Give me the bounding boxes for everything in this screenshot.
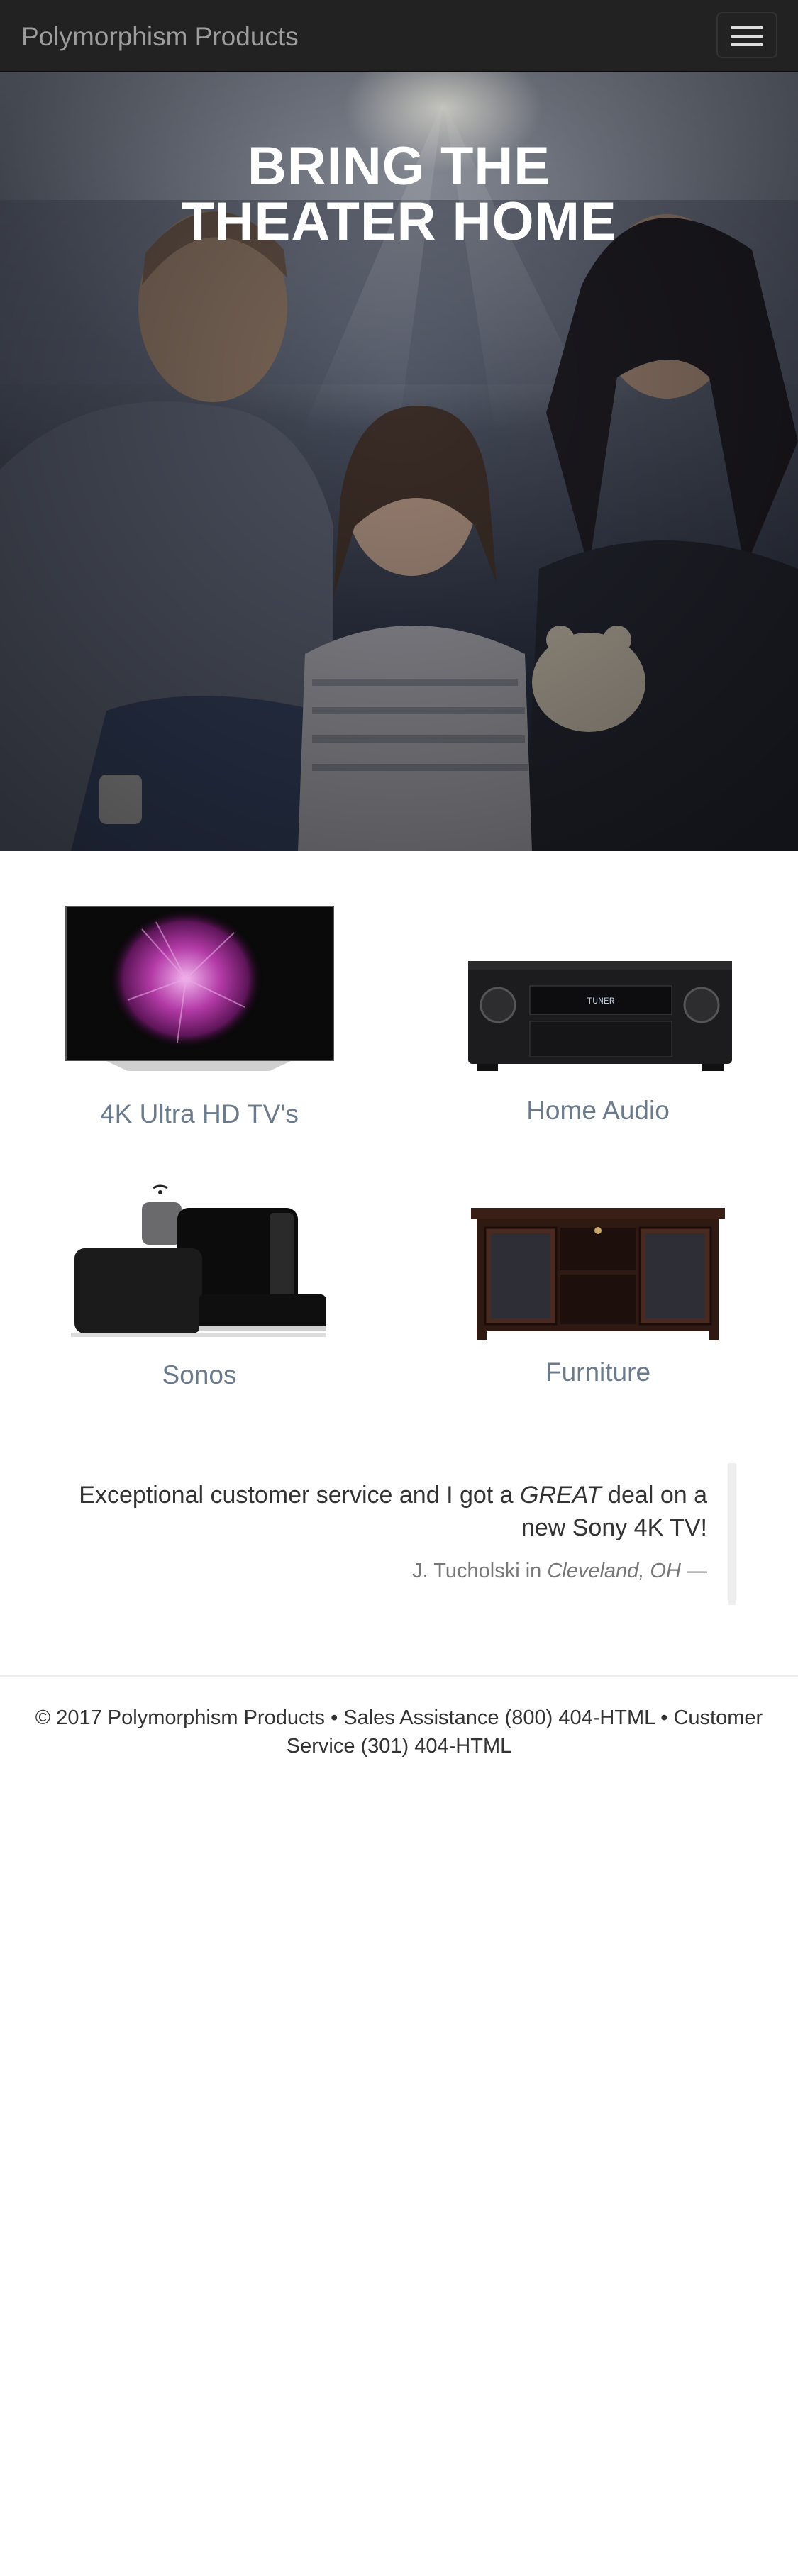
product-furniture[interactable]: Furniture (399, 1202, 797, 1387)
hero-title-line-2: THEATER HOME (181, 191, 617, 252)
footer-text: © 2017 Polymorphism Products • Sales Ass… (35, 1706, 763, 1758)
product-home-audio[interactable]: TUNER Home Audio (399, 947, 797, 1126)
footer: © 2017 Polymorphism Products • Sales Ass… (0, 1704, 798, 1760)
testimonial-text: Exceptional customer service and I got a… (79, 1482, 707, 1541)
sonos-speakers-image (71, 1184, 326, 1337)
hero-title: BRING THE THEATER HOME (0, 139, 798, 250)
testimonial-citation: J. Tucholski in Cleveland, OH — (412, 1560, 707, 1582)
product-label-sonos[interactable]: Sonos (0, 1360, 399, 1390)
footer-divider (0, 1675, 798, 1677)
brand-link[interactable]: Polymorphism Products (21, 22, 299, 52)
product-tvs[interactable]: 4K Ultra HD TV's (0, 901, 399, 1129)
tv-stand-image (471, 1208, 725, 1340)
testimonial-blockquote: Exceptional customer service and I got a… (43, 1463, 736, 1605)
testimonial-location: Cleveland, OH (547, 1560, 681, 1582)
testimonial-emphasis: GREAT (520, 1482, 602, 1509)
navbar-toggle-button[interactable] (716, 12, 777, 58)
testimonial-author: J. Tucholski (412, 1560, 520, 1582)
product-label-home-audio[interactable]: Home Audio (399, 1096, 797, 1126)
product-label-tvs[interactable]: 4K Ultra HD TV's (0, 1099, 399, 1129)
product-label-furniture[interactable]: Furniture (399, 1358, 797, 1387)
navbar: Polymorphism Products (0, 0, 798, 72)
hero-title-line-1: BRING THE (248, 136, 550, 196)
av-receiver-image: TUNER (468, 961, 732, 1071)
product-sonos[interactable]: Sonos (0, 1181, 399, 1390)
hero-banner: BRING THE THEATER HOME (0, 72, 798, 851)
svg-text:TUNER: TUNER (587, 996, 614, 1006)
tv-image (65, 906, 334, 1071)
